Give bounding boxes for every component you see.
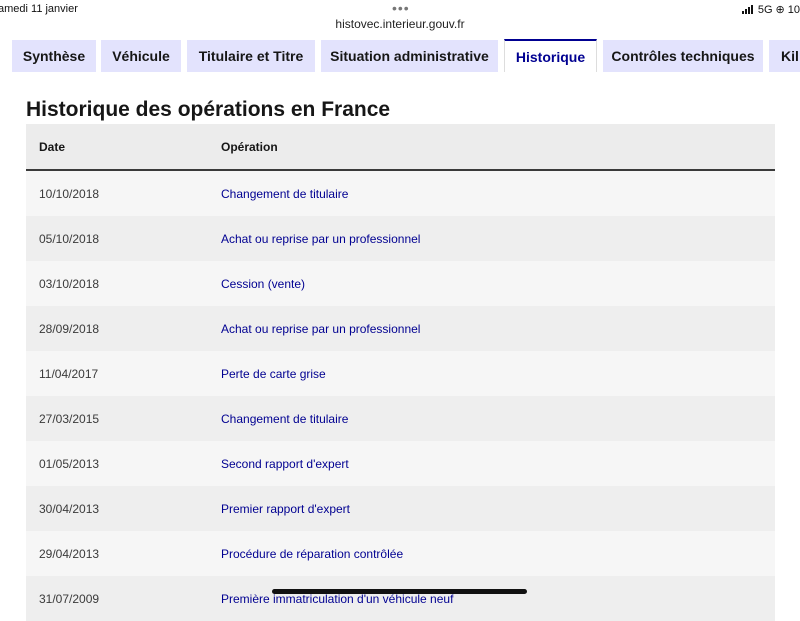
row-operation: Achat ou reprise par un professionnel	[221, 231, 421, 246]
tab-situation-administrative[interactable]: Situation administrative	[321, 40, 498, 72]
table-header: Date Opération	[26, 124, 775, 171]
row-operation: Perte de carte grise	[221, 366, 326, 381]
network-label: 5G	[757, 3, 773, 16]
row-operation: Changement de titulaire	[221, 186, 349, 201]
tab-controles-techniques[interactable]: Contrôles techniques	[603, 40, 763, 72]
table-row: 28/09/2018 Achat ou reprise par un profe…	[26, 306, 775, 351]
status-date: amedi 11 janvier	[0, 3, 78, 15]
row-date: 10/10/2018	[39, 186, 100, 201]
address-bar-url[interactable]: histovec.interieur.gouv.fr	[0, 17, 800, 31]
table-row: 11/04/2017 Perte de carte grise	[26, 351, 775, 396]
tab-kilometrage[interactable]: Kil	[769, 40, 800, 72]
row-operation: Changement de titulaire	[221, 411, 349, 426]
row-operation: Cession (vente)	[221, 276, 306, 291]
tab-bar: Synthèse Véhicule Titulaire et Titre Sit…	[0, 34, 800, 73]
row-date: 01/05/2013	[39, 456, 100, 471]
column-header-date: Date	[39, 139, 66, 154]
home-indicator[interactable]	[272, 589, 527, 594]
tab-historique[interactable]: Historique	[504, 39, 597, 73]
row-date: 03/10/2018	[39, 276, 100, 291]
row-operation: Second rapport d'expert	[221, 456, 349, 471]
signal-icon	[741, 5, 753, 14]
operations-table: Date Opération 10/10/2018 Changement de …	[26, 124, 775, 621]
row-operation: Achat ou reprise par un professionnel	[221, 321, 421, 336]
table-row: 03/10/2018 Cession (vente)	[26, 261, 775, 306]
main-content: Historique des opérations en France Date…	[0, 72, 800, 621]
status-indicators: 5G ⊕ 10	[741, 3, 800, 16]
page-title: Historique des opérations en France	[26, 98, 391, 121]
more-dots-icon[interactable]: •••	[392, 0, 410, 16]
row-date: 31/07/2009	[39, 591, 100, 606]
tab-vehicule[interactable]: Véhicule	[101, 40, 181, 72]
tab-synthese[interactable]: Synthèse	[12, 40, 96, 72]
table-row: 29/04/2013 Procédure de réparation contr…	[26, 531, 775, 576]
row-operation: Premier rapport d'expert	[221, 501, 351, 516]
status-bar: amedi 11 janvier ••• histovec.interieur.…	[0, 0, 800, 34]
table-row: 10/10/2018 Changement de titulaire	[26, 171, 775, 216]
table-row: 30/04/2013 Premier rapport d'expert	[26, 486, 775, 531]
table-row: 01/05/2013 Second rapport d'expert	[26, 441, 775, 486]
column-header-operation: Opération	[221, 139, 278, 154]
rotation-lock-icon: ⊕	[775, 4, 785, 16]
table-row: 31/07/2009 Première immatriculation d'un…	[26, 576, 775, 621]
table-row: 05/10/2018 Achat ou reprise par un profe…	[26, 216, 775, 261]
battery-label: 10	[787, 3, 800, 16]
row-date: 28/09/2018	[39, 321, 100, 336]
row-date: 27/03/2015	[39, 411, 100, 426]
tab-titulaire-titre[interactable]: Titulaire et Titre	[187, 40, 315, 72]
row-date: 11/04/2017	[39, 366, 99, 381]
row-date: 29/04/2013	[39, 546, 100, 561]
table-body: 10/10/2018 Changement de titulaire 05/10…	[26, 171, 775, 621]
table-row: 27/03/2015 Changement de titulaire	[26, 396, 775, 441]
row-date: 30/04/2013	[39, 501, 100, 516]
row-operation: Procédure de réparation contrôlée	[221, 546, 404, 561]
row-date: 05/10/2018	[39, 231, 100, 246]
